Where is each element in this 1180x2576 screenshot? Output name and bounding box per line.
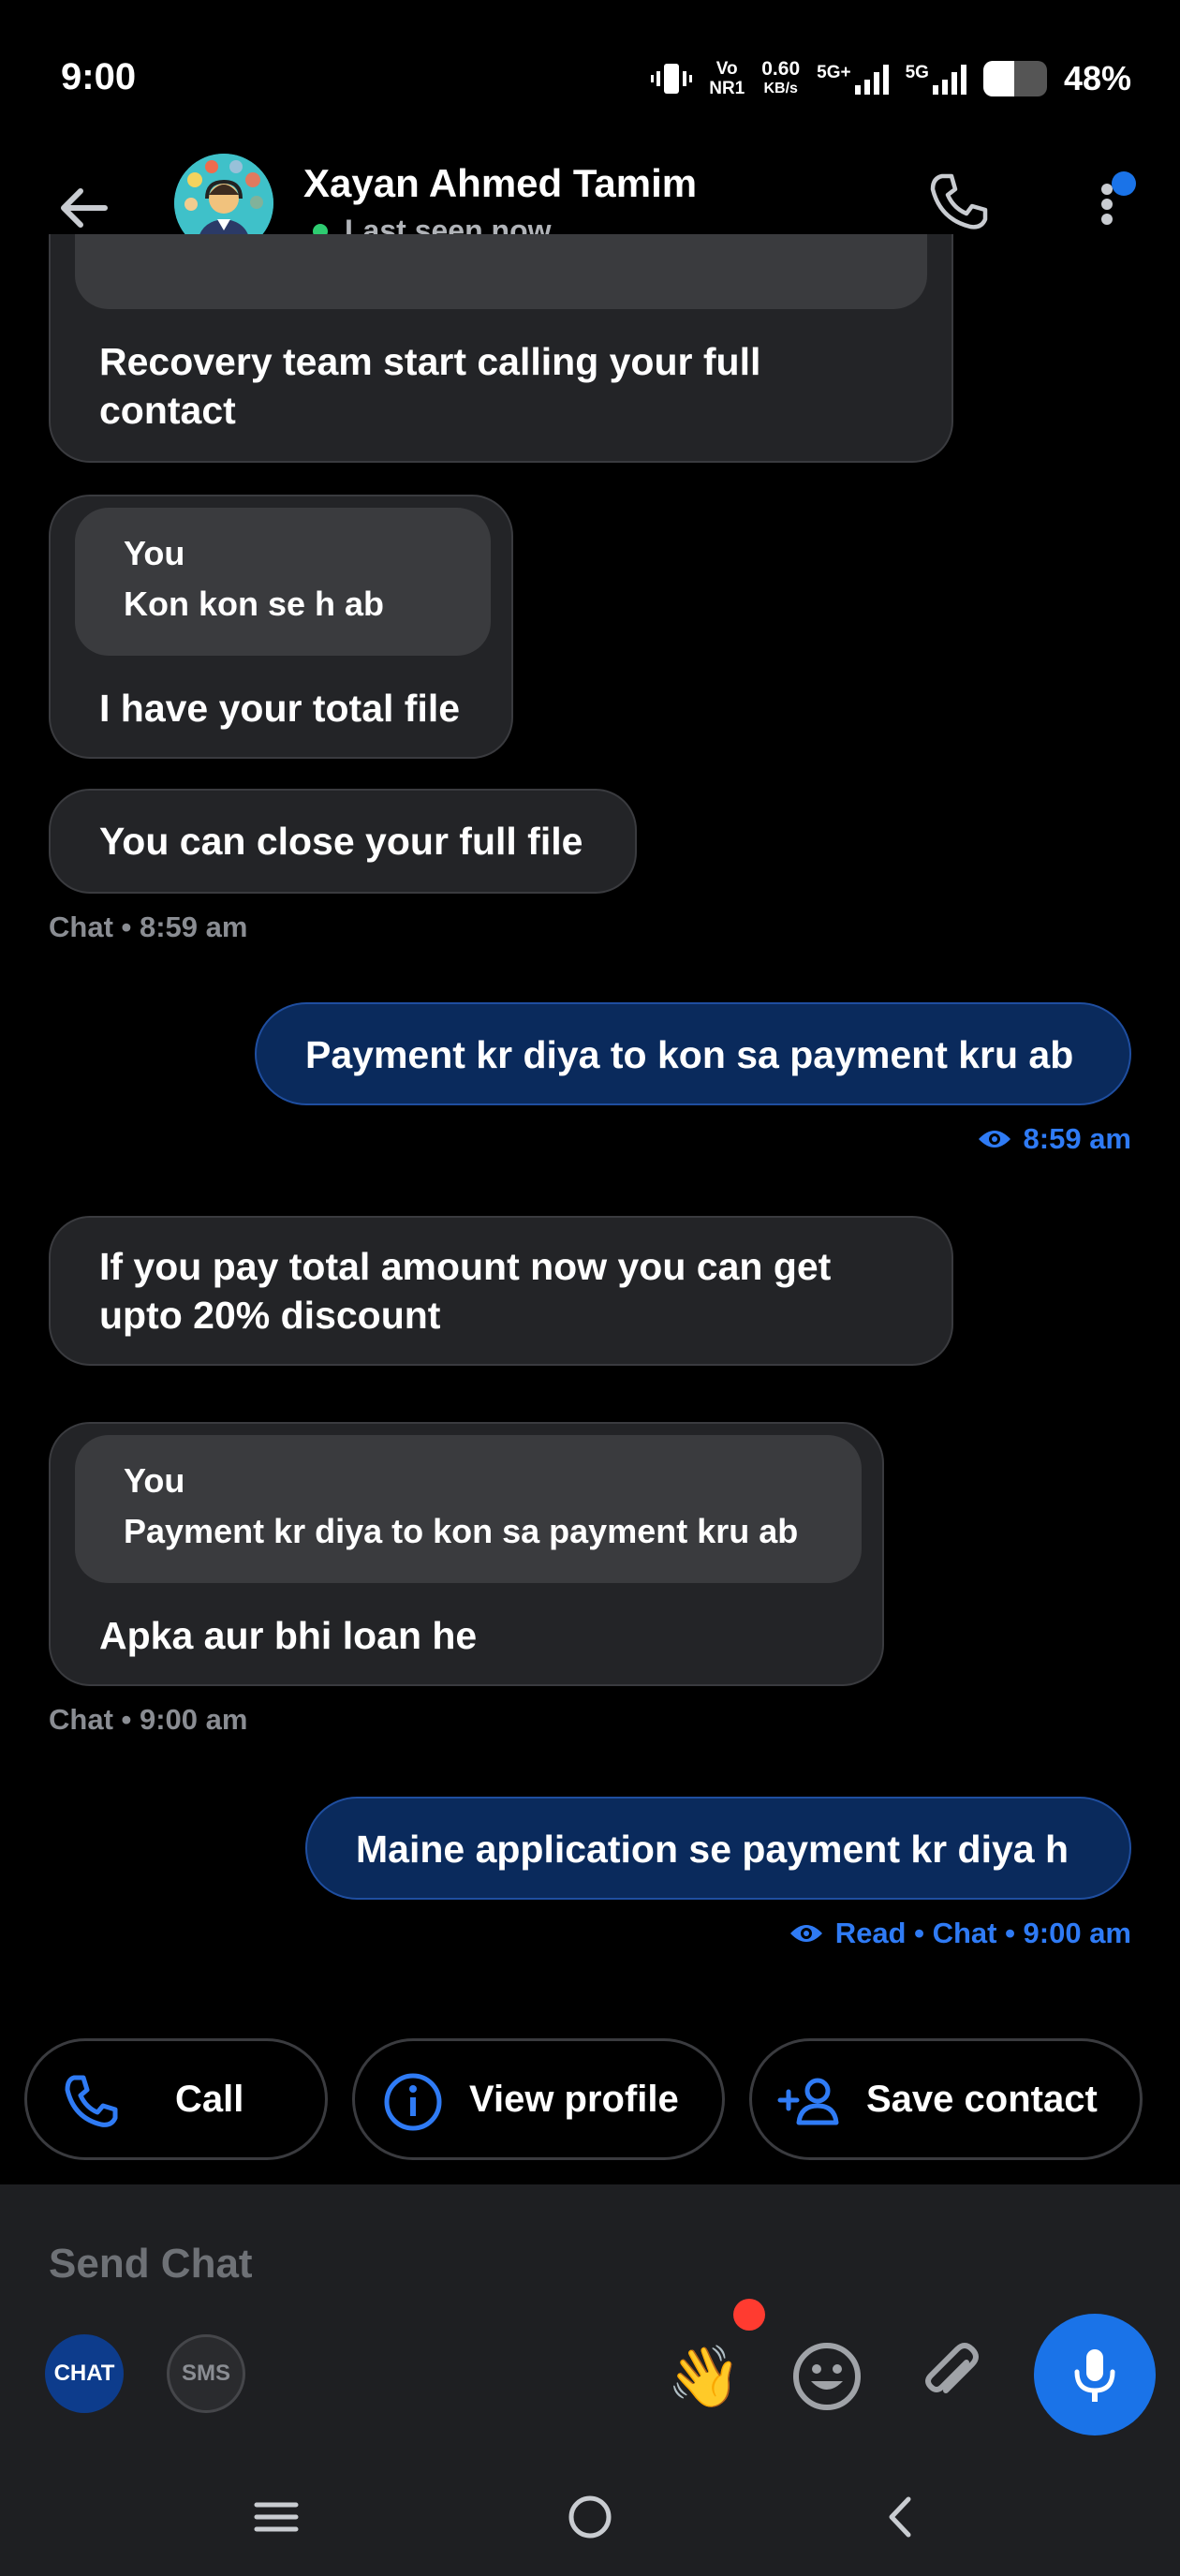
- message-time: Read • Chat • 9:00 am: [834, 1917, 1131, 1949]
- net-speed-value: 0.60: [761, 58, 801, 80]
- more-options-icon[interactable]: [1094, 167, 1139, 242]
- attachment-icon[interactable]: [914, 2338, 989, 2413]
- incoming-message[interactable]: If you pay total amount now you can get …: [49, 1216, 953, 1366]
- message-meta: Chat • 8:59 am: [49, 910, 248, 943]
- incoming-message[interactable]: You Kon kon se h ab I have your total fi…: [49, 495, 513, 759]
- message-text: If you pay total amount now you can get …: [99, 1242, 831, 1340]
- status-indicators: Vo NR1 0.60 KB/s 5G+ 5G 48%: [651, 56, 1131, 101]
- message-input[interactable]: Send Chat: [49, 2241, 253, 2287]
- microphone-icon: [1074, 2349, 1115, 2402]
- message-text: Payment kr diya to kon sa payment kru ab: [305, 1033, 1074, 1076]
- quote-content: You Payment kr diya to kon sa payment kr…: [124, 1456, 798, 1557]
- quote-author: You: [124, 534, 185, 572]
- view-profile-button[interactable]: View profile: [352, 2038, 725, 2160]
- outgoing-message[interactable]: Maine application se payment kr diya h: [305, 1797, 1131, 1900]
- signal-1: 5G+: [817, 63, 889, 95]
- view-profile-label: View profile: [469, 2079, 679, 2120]
- signal-bars-1: [854, 63, 889, 95]
- net-speed: 0.60 KB/s: [761, 59, 800, 98]
- status-bar: 9:00 Vo NR1 0.60 KB/s 5G+ 5G 48%: [0, 0, 1180, 141]
- incoming-message[interactable]: You Payment kr diya to kon sa payment kr…: [49, 1422, 884, 1686]
- emoji-icon[interactable]: [790, 2340, 863, 2413]
- quote-text: Payment kr diya to kon sa payment kru ab: [124, 1512, 799, 1550]
- phone-icon: [65, 2075, 118, 2127]
- volte-indicator: Vo NR1: [709, 59, 745, 98]
- message-line: Recovery team start calling your full: [99, 340, 761, 383]
- net-speed-unit: KB/s: [763, 81, 798, 96]
- notification-dot: [733, 2299, 765, 2331]
- signal-2: 5G: [906, 63, 966, 95]
- message-text: Maine application se payment kr diya h: [356, 1828, 1069, 1871]
- phone-icon[interactable]: [925, 169, 993, 236]
- info-icon: [384, 2073, 442, 2131]
- network-type-1: 5G+: [817, 63, 851, 82]
- volte-bottom: NR1: [709, 79, 745, 98]
- quoted-message: You Kon kon se h ab: [75, 508, 491, 656]
- chat-mode-toggle[interactable]: CHAT: [45, 2334, 124, 2413]
- home-icon[interactable]: [559, 2486, 621, 2548]
- recent-apps-icon[interactable]: [245, 2486, 307, 2548]
- message-meta: Chat • 9:00 am: [49, 1703, 248, 1736]
- message-time: 8:59 am: [1023, 1122, 1131, 1155]
- battery-icon: [982, 61, 1047, 96]
- incoming-message[interactable]: You can close your full file: [49, 789, 637, 894]
- quoted-message: [75, 234, 927, 309]
- save-contact-label: Save contact: [866, 2079, 1098, 2120]
- system-nav-bar: [0, 2458, 1180, 2576]
- incoming-message[interactable]: Recovery team start calling your full co…: [49, 234, 953, 463]
- eye-icon: [978, 1131, 1010, 1147]
- message-text: Recovery team start calling your full co…: [99, 337, 760, 435]
- sms-mode-toggle[interactable]: SMS: [167, 2334, 245, 2413]
- quote-text: Kon kon se h ab: [124, 585, 385, 623]
- back-arrow-icon[interactable]: [54, 178, 114, 238]
- status-time: 9:00: [61, 56, 137, 97]
- quote-author: You: [124, 1461, 185, 1500]
- call-button[interactable]: Call: [24, 2038, 328, 2160]
- read-receipt: Read • Chat • 9:00 am: [789, 1917, 1131, 1950]
- add-person-icon: [777, 2078, 839, 2125]
- quoted-message: You Payment kr diya to kon sa payment kr…: [75, 1435, 862, 1583]
- message-line: contact: [99, 389, 236, 432]
- call-label: Call: [175, 2079, 244, 2120]
- save-contact-button[interactable]: Save contact: [749, 2038, 1143, 2160]
- network-type-2: 5G: [905, 63, 929, 82]
- battery-percent: 48%: [1063, 59, 1131, 97]
- message-text: Apka aur bhi loan he: [99, 1614, 478, 1657]
- signal-bars-2: [932, 63, 966, 95]
- message-line: upto 20% discount: [99, 1294, 441, 1337]
- battery-fill: [982, 61, 1014, 96]
- outgoing-message[interactable]: Payment kr diya to kon sa payment kru ab: [255, 1002, 1131, 1105]
- volte-top: Vo: [715, 59, 738, 79]
- eye-icon: [789, 1925, 822, 1942]
- read-receipt: 8:59 am: [977, 1122, 1131, 1156]
- contact-name[interactable]: Xayan Ahmed Tamim: [303, 161, 697, 206]
- voice-record-button[interactable]: [1034, 2314, 1156, 2435]
- wave-hand-icon[interactable]: 👋: [667, 2339, 742, 2414]
- message-line: If you pay total amount now you can get: [99, 1245, 832, 1288]
- message-text: You can close your full file: [99, 820, 583, 863]
- back-nav-icon[interactable]: [871, 2486, 933, 2548]
- quote-content: You Kon kon se h ab: [124, 528, 384, 629]
- vibrate-icon: [651, 64, 693, 94]
- message-text: I have your total file: [99, 687, 461, 730]
- composer: Send Chat CHAT SMS 👋: [0, 2184, 1180, 2458]
